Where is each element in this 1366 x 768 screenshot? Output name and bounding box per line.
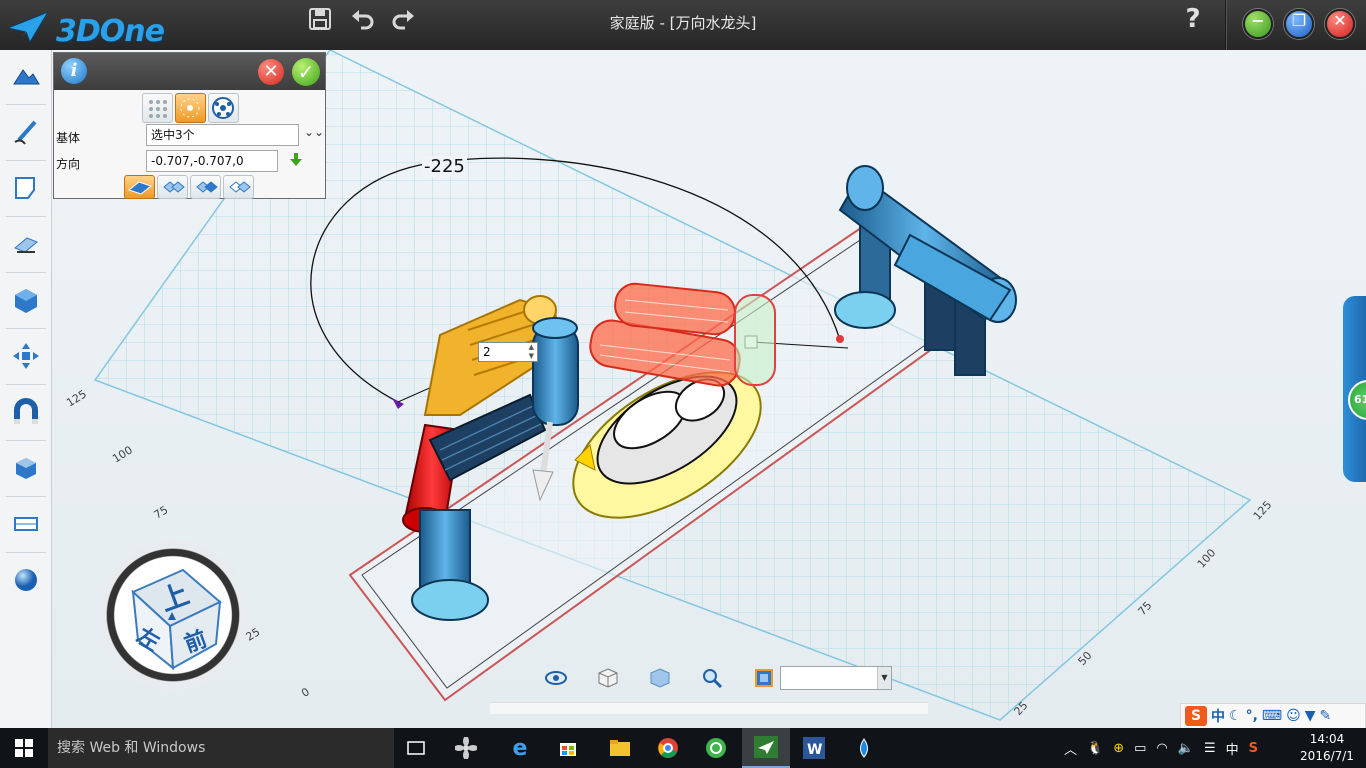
sketch-edit-icon[interactable]	[6, 168, 46, 208]
clock-time: 14:04	[1309, 732, 1345, 746]
group-icon[interactable]	[6, 448, 46, 488]
direction-field[interactable]: -0.707,-0.707,0	[146, 150, 278, 172]
ok-button[interactable]: ✓	[292, 58, 320, 86]
chevron-up-icon[interactable]: ︿	[1064, 739, 1077, 758]
minimize-button[interactable]: −	[1243, 9, 1273, 39]
chevron-down-icon[interactable]: ▼	[877, 667, 891, 689]
sketch-icon[interactable]	[6, 112, 46, 152]
array-count-input[interactable]: 2 ▲ ▼	[478, 342, 538, 362]
edge-browser-icon[interactable]: e	[496, 728, 544, 768]
qq-icon[interactable]: 🐧	[1087, 741, 1103, 756]
array-type-3-icon[interactable]	[190, 175, 221, 199]
magnet-icon[interactable]	[6, 392, 46, 432]
array-count-value: 2	[483, 345, 491, 359]
task-view-icon[interactable]	[392, 728, 440, 768]
volume-icon[interactable]: 🔈	[1178, 741, 1194, 756]
chrome-icon[interactable]	[644, 728, 692, 768]
base-label: 基体	[56, 131, 81, 145]
view-toolbar-strip	[490, 702, 928, 714]
circular-array-icon[interactable]	[175, 93, 206, 123]
water-drop-app-icon[interactable]	[840, 728, 888, 768]
ime-toolbar: S 中 ☾ °, ⌨ ☺ ▼ ✎	[1180, 703, 1366, 729]
direction-label: 方向	[56, 157, 81, 171]
array-type-group	[124, 175, 254, 199]
view-cube-icon[interactable]	[582, 662, 634, 694]
feature-modeling-icon[interactable]	[6, 224, 46, 264]
system-tray: ︿ 🐧 ⊕ ▭ ◠ 🔈 ☰ 中 S	[1064, 728, 1258, 768]
store-icon[interactable]	[544, 728, 592, 768]
tray-language[interactable]: 中	[1226, 739, 1239, 758]
punctuation-icon[interactable]: °,	[1246, 708, 1258, 724]
left-toolbar	[0, 50, 52, 728]
wrench-icon[interactable]: ✎	[1320, 708, 1332, 724]
cancel-button[interactable]: ✕	[258, 59, 284, 85]
file-explorer-icon[interactable]	[596, 728, 644, 768]
panel-header: i ✕ ✓	[54, 53, 325, 90]
add-icon[interactable]: ⊕	[1113, 741, 1124, 756]
restore-button[interactable]: ❐	[1284, 9, 1314, 39]
spinner-arrows-icon[interactable]: ▲ ▼	[529, 343, 534, 361]
view-select[interactable]: ▼	[780, 666, 892, 690]
spherical-array-icon[interactable]	[208, 93, 239, 123]
taskbar: 搜索 Web 和 Windows e W ︿ 🐧 ⊕ ▭ ◠ 🔈 ☰ 中 S 1	[0, 728, 1366, 768]
word-icon[interactable]: W	[790, 728, 838, 768]
basic-edit-icon[interactable]	[6, 336, 46, 376]
measure-icon[interactable]	[6, 504, 46, 544]
keyboard-icon[interactable]: ⌨	[1262, 708, 1282, 724]
3done-app-icon[interactable]	[742, 728, 790, 768]
close-button[interactable]: ✕	[1325, 9, 1355, 39]
ime-mode[interactable]: 中	[1211, 706, 1225, 726]
title-bar: 3DOne 家庭版 - [万向水龙头] ? − ❐ ✕	[0, 0, 1366, 50]
view-toolbar	[530, 662, 790, 694]
wifi-icon[interactable]: ◠	[1156, 741, 1167, 756]
info-button[interactable]: i	[61, 58, 87, 84]
help-button[interactable]: ?	[1180, 4, 1206, 40]
linear-array-icon[interactable]	[142, 93, 173, 123]
sogou-logo[interactable]: S	[1185, 706, 1207, 726]
svg-text:W: W	[807, 742, 822, 758]
eye-icon[interactable]	[530, 662, 582, 694]
battery-icon[interactable]: ▭	[1134, 741, 1146, 756]
fan-app-icon[interactable]	[442, 728, 490, 768]
clock[interactable]: 14:04 2016/7/1	[1294, 731, 1360, 765]
green-app-icon[interactable]	[692, 728, 740, 768]
skin-icon[interactable]: ▼	[1305, 708, 1316, 724]
user-icon[interactable]: ☺	[1286, 708, 1301, 724]
windows-start-icon[interactable]	[0, 728, 48, 768]
view-cube[interactable]: 上 左 前	[98, 540, 248, 690]
render-mode-icon[interactable]	[634, 662, 686, 694]
array-panel: i ✕ ✓ 基体 选中3个 ⌄⌄ 方向 -0.707,-0.707,0	[53, 52, 326, 199]
array-type-1-icon[interactable]	[124, 175, 155, 199]
chevron-down-icon[interactable]: ⌄⌄	[304, 125, 324, 139]
sogou-tray-icon[interactable]: S	[1249, 741, 1258, 756]
notification-icon[interactable]: ☰	[1204, 741, 1216, 756]
taskbar-search[interactable]: 搜索 Web 和 Windows	[48, 728, 394, 768]
array-mode-group	[142, 93, 239, 123]
dimension-label[interactable]: -225	[422, 156, 467, 177]
array-type-4-icon[interactable]	[223, 175, 254, 199]
base-field[interactable]: 选中3个	[146, 124, 299, 146]
special-function-icon[interactable]	[6, 280, 46, 320]
basic-solid-icon[interactable]	[6, 56, 46, 96]
render-sphere-icon[interactable]	[6, 560, 46, 600]
zoom-icon[interactable]	[686, 662, 738, 694]
clock-date: 2016/7/1	[1300, 749, 1354, 763]
array-type-2-icon[interactable]	[157, 175, 188, 199]
pick-direction-icon[interactable]	[288, 152, 304, 172]
moon-icon[interactable]: ☾	[1229, 708, 1242, 724]
title-separator	[1225, 0, 1227, 50]
window-title: 家庭版 - [万向水龙头]	[609, 14, 757, 32]
